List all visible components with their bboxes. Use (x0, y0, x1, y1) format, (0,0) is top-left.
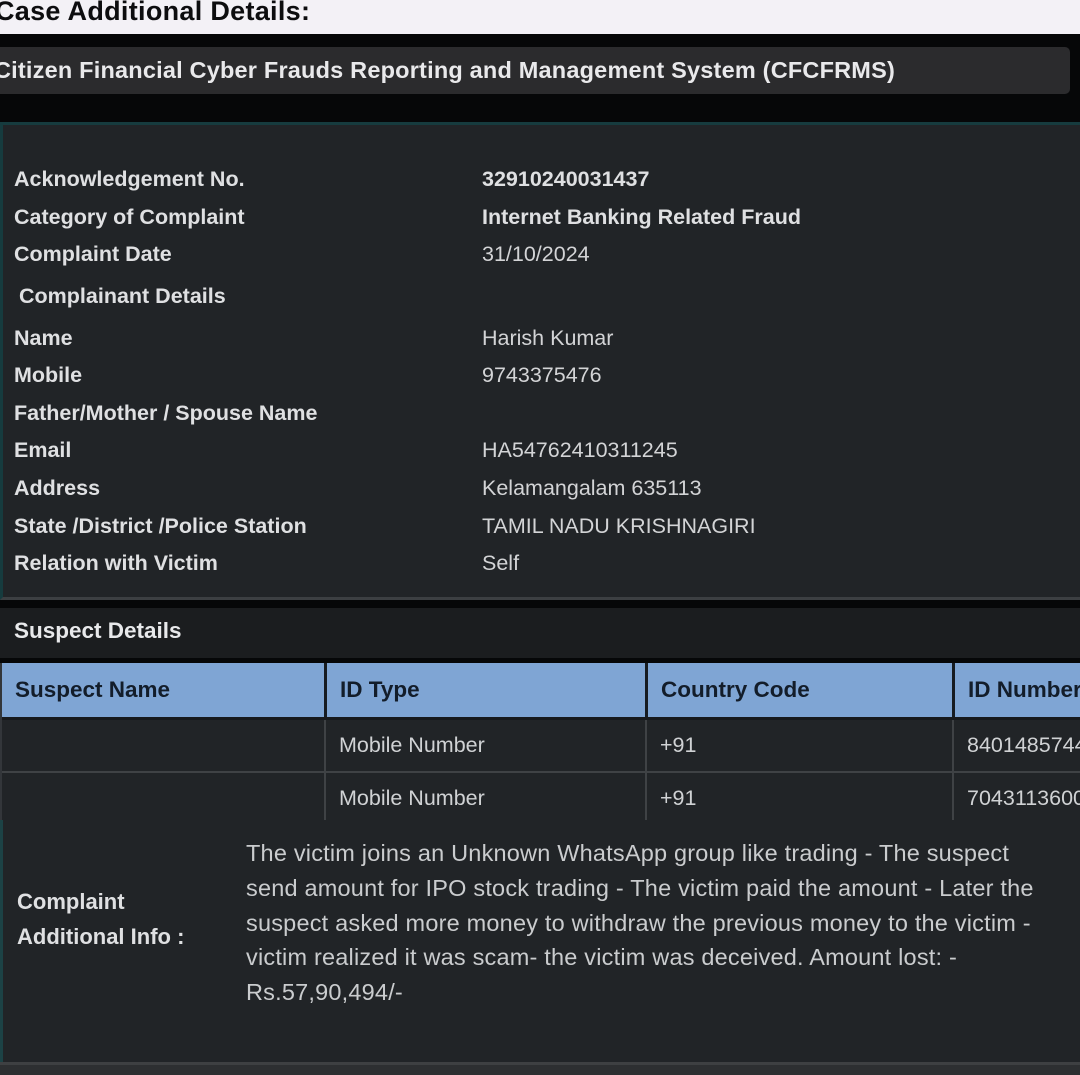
field-row-father-mother-spouse: Father/Mother / Spouse Name (3, 395, 1080, 433)
field-label: Category of Complaint (3, 205, 482, 230)
complaint-text-line: victim realized it was scam- the victim … (246, 940, 1034, 975)
column-header-country-code: Country Code (645, 663, 952, 717)
field-value: Kelamangalam 635113 (482, 476, 702, 501)
field-row-name: Name Harish Kumar (3, 319, 1080, 357)
field-row-address: Address Kelamangalam 635113 (3, 470, 1080, 508)
complaint-additional-info-text: The victim joins an Unknown WhatsApp gro… (246, 836, 1034, 1010)
field-label: Complaint Date (3, 242, 482, 267)
field-row-mobile: Mobile 9743375476 (3, 357, 1080, 395)
complaint-additional-info-label: Complaint Additional Info : (17, 884, 184, 954)
cell-id-number: 7043113600 (952, 773, 1080, 824)
complaint-label-line1: Complaint (17, 884, 184, 919)
field-label: Mobile (3, 363, 482, 388)
cell-suspect-name (2, 773, 324, 824)
column-header-id-type: ID Type (324, 663, 645, 717)
complaint-label-line2: Additional Info : (17, 919, 184, 954)
cell-suspect-name (2, 720, 324, 771)
complaint-text-line: The victim joins an Unknown WhatsApp gro… (246, 836, 1034, 871)
cell-id-number: 8401485744 (952, 720, 1080, 771)
suspect-table-header-row: Suspect Name ID Type Country Code ID Num… (2, 663, 1080, 717)
field-value: Harish Kumar (482, 326, 613, 351)
field-row-category: Category of Complaint Internet Banking R… (3, 199, 1080, 237)
field-label: Father/Mother / Spouse Name (3, 401, 482, 426)
table-row: Mobile Number +91 7043113600 (2, 771, 1080, 826)
field-row-state-district-police: State /District /Police Station TAMIL NA… (3, 507, 1080, 545)
page-title: Case Additional Details: (0, 0, 310, 27)
field-value: Internet Banking Related Fraud (482, 205, 801, 230)
field-label: Email (3, 438, 482, 463)
field-value: 31/10/2024 (482, 242, 590, 267)
suspect-details-heading-bar: Suspect Details (0, 608, 1080, 658)
field-label: State /District /Police Station (3, 514, 482, 539)
field-value: 32910240031437 (482, 167, 649, 192)
complaint-summary-panel: Acknowledgement No. 32910240031437 Categ… (0, 122, 1080, 600)
column-header-id-number: ID Number (952, 663, 1080, 717)
field-label: Address (3, 476, 482, 501)
field-row-relation-with-victim: Relation with Victim Self (3, 545, 1080, 583)
field-label: Name (3, 326, 482, 351)
suspect-details-heading: Suspect Details (14, 608, 182, 654)
section-heading-complainant-details: Complainant Details (3, 278, 1080, 316)
field-row-complaint-date: Complaint Date 31/10/2024 (3, 236, 1080, 274)
complaint-text-line: suspect asked more money to withdraw the… (246, 906, 1034, 941)
cell-country-code: +91 (645, 720, 952, 771)
suspect-table: Suspect Name ID Type Country Code ID Num… (0, 663, 1080, 826)
complaint-text-line: Rs.57,90,494/- (246, 975, 1034, 1010)
field-value: 9743375476 (482, 363, 602, 388)
field-row-acknowledgement-no: Acknowledgement No. 32910240031437 (3, 161, 1080, 199)
cell-country-code: +91 (645, 773, 952, 824)
field-value: HA54762410311245 (482, 438, 678, 463)
cell-id-type: Mobile Number (324, 720, 645, 771)
field-label: Acknowledgement No. (3, 167, 482, 192)
field-label: Relation with Victim (3, 551, 482, 576)
field-value: Self (482, 551, 519, 576)
top-title-bar: Case Additional Details: (0, 0, 1080, 34)
table-row: Mobile Number +91 8401485744 (2, 717, 1080, 771)
bottom-divider-strip (0, 1062, 1080, 1075)
cell-id-type: Mobile Number (324, 773, 645, 824)
section-heading-label: Complainant Details (3, 284, 487, 309)
field-value: TAMIL NADU KRISHNAGIRI (482, 514, 756, 539)
system-header-title: Citizen Financial Cyber Frauds Reporting… (0, 47, 895, 94)
complaint-additional-info-box: Complaint Additional Info : The victim j… (0, 820, 1080, 1062)
column-header-suspect-name: Suspect Name (2, 663, 324, 717)
system-header-bar: Citizen Financial Cyber Frauds Reporting… (0, 47, 1070, 94)
field-row-email: Email HA54762410311245 (3, 432, 1080, 470)
complaint-text-line: send amount for IPO stock trading - The … (246, 871, 1034, 906)
